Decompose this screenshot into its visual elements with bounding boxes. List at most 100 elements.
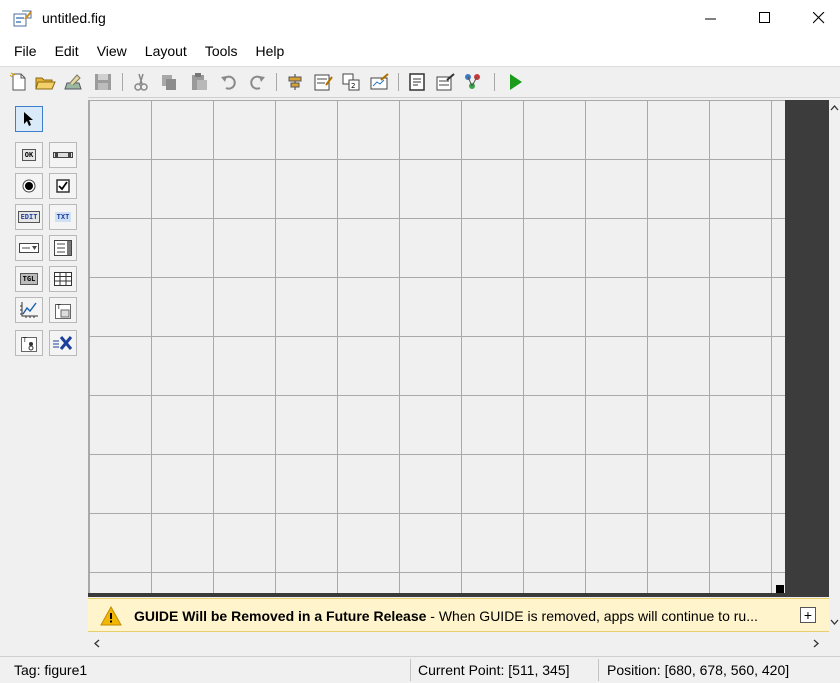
component-palette: OK EDIT TXT TGL T T [0,97,88,637]
open-button[interactable] [34,71,56,93]
toolbar-editor-icon [370,73,389,90]
cut-icon [134,73,148,91]
align-icon [288,74,302,90]
object-browser-button[interactable] [462,71,484,93]
copy-button[interactable] [158,71,180,93]
table-icon [54,272,72,286]
toolbar-separator [494,73,495,91]
svg-text:T: T [22,337,27,344]
current-point-readout: Current Point: [511, 345] [418,662,570,678]
figure-resize-handle[interactable] [776,585,784,593]
maximize-button[interactable] [742,0,788,36]
banner-expand-button[interactable]: + [800,607,816,623]
minimize-button[interactable] [688,0,734,36]
property-inspector-button[interactable] [434,71,456,93]
scroll-right-icon[interactable] [812,639,820,648]
align-objects-button[interactable] [284,71,306,93]
deprecation-banner: GUIDE Will be Removed in a Future Releas… [88,598,829,632]
status-divider [598,659,599,681]
maximize-icon [759,12,770,23]
run-icon [510,74,522,90]
toolbar-separator [276,73,277,91]
minimize-icon [705,18,716,20]
banner-message: GUIDE Will be Removed in a Future Releas… [134,608,758,624]
menu-editor-button[interactable] [312,71,334,93]
open-icon [35,77,56,90]
menu-help[interactable]: Help [247,36,294,66]
arrow-pointer-icon [24,112,33,126]
menu-tools[interactable]: Tools [196,36,247,66]
redo-icon [250,75,265,90]
axes-icon [20,302,38,318]
toolbar-editor-button[interactable] [368,71,390,93]
axes-tool[interactable] [15,297,43,323]
editor-button[interactable] [406,71,428,93]
print-button[interactable] [62,71,84,93]
tab-order-icon: 2 [342,73,360,91]
window-title: untitled.fig [42,10,106,26]
save-button[interactable] [92,71,114,93]
menu-layout[interactable]: Layout [136,36,196,66]
toolbar-separator [122,73,123,91]
editor-icon [409,73,425,91]
static-text-label: TXT [54,212,72,222]
select-tool[interactable] [15,106,43,132]
layout-area[interactable] [88,100,785,593]
cut-button[interactable] [130,71,152,93]
outside-figure-area [785,100,829,597]
activex-icon [53,336,73,350]
edit-text-tool[interactable]: EDIT [15,204,43,230]
vertical-scrollbar[interactable] [829,100,840,630]
new-button[interactable] [8,71,30,93]
radio-button-icon [22,179,36,193]
banner-title: GUIDE Will be Removed in a Future Releas… [134,608,427,624]
popup-menu-icon [19,243,39,253]
pushbutton-tool[interactable]: OK [15,142,43,168]
toggle-button-tool[interactable]: TGL [15,266,43,292]
object-browser-icon [465,74,480,89]
scroll-up-icon[interactable] [830,104,839,112]
button-group-icon: T [21,337,37,352]
toolbar-separator [398,73,399,91]
canvas-bottom-edge [88,593,785,597]
fig-file-icon [13,10,32,27]
radio-button-tool[interactable] [15,173,43,199]
menu-view[interactable]: View [88,36,136,66]
redo-button[interactable] [246,71,268,93]
slider-icon [53,152,73,158]
close-button[interactable] [796,0,840,36]
title-bar: untitled.fig [0,0,840,36]
pushbutton-label: OK [21,149,37,161]
panel-tool[interactable]: T [49,297,77,323]
scroll-down-icon[interactable] [830,618,839,626]
warning-icon [100,606,122,626]
menu-editor-icon [314,74,333,91]
button-group-tool[interactable]: T [15,330,43,356]
property-inspector-icon [436,73,455,91]
undo-icon [221,75,236,90]
slider-tool[interactable] [49,142,77,168]
tab-order-button[interactable]: 2 [340,71,362,93]
paste-icon [192,73,207,90]
status-bar: Tag: figure1 Current Point: [511, 345] P… [0,656,840,683]
menu-edit[interactable]: Edit [46,36,88,66]
activex-control-tool[interactable] [49,330,77,356]
horizontal-scrollbar[interactable] [88,633,829,653]
popup-menu-tool[interactable] [15,235,43,261]
undo-button[interactable] [218,71,240,93]
paste-button[interactable] [188,71,210,93]
run-button[interactable] [504,71,526,93]
toolbar: 2 [0,66,840,98]
close-icon [813,12,825,24]
tag-readout: Tag: figure1 [14,662,88,678]
checkbox-tool[interactable] [49,173,77,199]
listbox-tool[interactable] [49,235,77,261]
scroll-left-icon[interactable] [93,639,101,648]
table-tool[interactable] [49,266,77,292]
checkbox-icon [56,179,70,193]
static-text-tool[interactable]: TXT [49,204,77,230]
copy-icon [162,75,176,90]
listbox-icon [54,240,72,256]
status-divider [410,659,411,681]
menu-file[interactable]: File [0,36,46,66]
